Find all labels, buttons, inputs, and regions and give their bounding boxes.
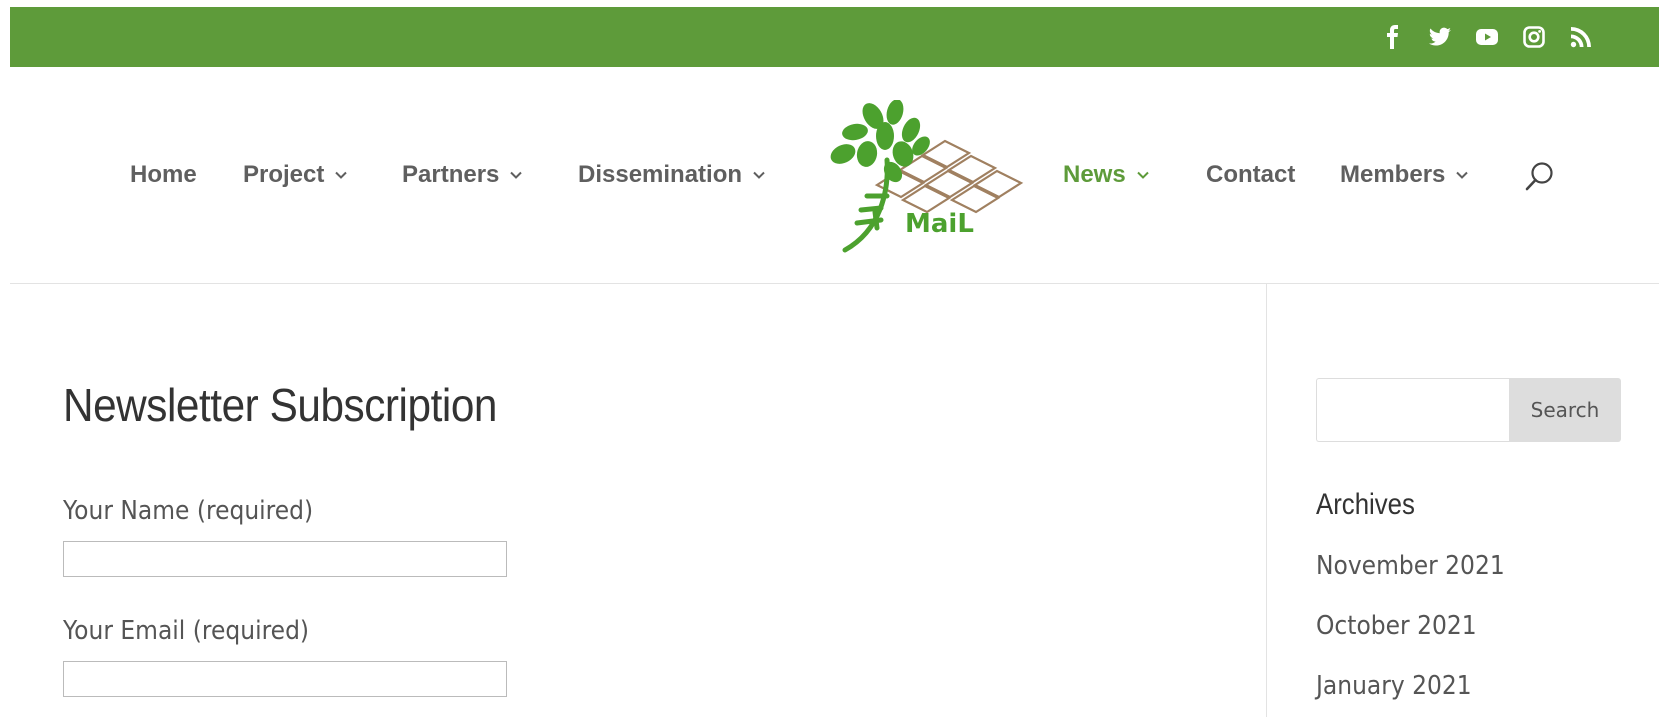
nav-item-partners[interactable]: Partners xyxy=(402,161,523,189)
email-field-label: Your Email (required) xyxy=(63,616,310,646)
page-title: Newsletter Subscription xyxy=(63,379,497,431)
twitter-icon[interactable] xyxy=(1427,24,1453,50)
archive-link[interactable]: November 2021 xyxy=(1316,551,1505,581)
logo-text: MaiL xyxy=(905,209,974,239)
chevron-down-icon xyxy=(1136,171,1149,179)
search-icon[interactable] xyxy=(1523,159,1557,193)
chevron-down-icon xyxy=(510,171,523,179)
logo-image: MaiL xyxy=(830,99,1024,253)
nav-item-members[interactable]: Members xyxy=(1340,161,1469,189)
sidebar-search-input[interactable] xyxy=(1316,378,1509,442)
nav-item-dissemination[interactable]: Dissemination xyxy=(578,161,766,189)
nav-item-label: Members xyxy=(1340,161,1446,188)
social-links xyxy=(1380,7,1594,67)
archive-link[interactable]: January 2021 xyxy=(1316,671,1472,701)
chevron-down-icon xyxy=(753,171,765,179)
top-bar xyxy=(10,7,1659,67)
nav-item-label: Dissemination xyxy=(578,161,743,188)
nav-item-label: Project xyxy=(243,161,325,188)
nav-item-label: Home xyxy=(130,161,197,188)
main-header: Home Project Partners Dissemination MaiL… xyxy=(10,67,1659,284)
sidebar-divider xyxy=(1266,284,1267,717)
sidebar-search-button[interactable]: Search xyxy=(1509,378,1621,442)
nav-item-contact[interactable]: Contact xyxy=(1206,161,1295,189)
youtube-icon[interactable] xyxy=(1474,24,1500,50)
instagram-icon[interactable] xyxy=(1521,24,1547,50)
chevron-down-icon xyxy=(335,171,348,179)
site-logo[interactable]: MaiL xyxy=(815,99,1027,258)
rss-icon[interactable] xyxy=(1568,24,1594,50)
archive-link[interactable]: October 2021 xyxy=(1316,611,1477,641)
nav-item-news[interactable]: News xyxy=(1063,161,1150,189)
nav-item-label: Partners xyxy=(402,161,500,188)
chevron-down-icon xyxy=(1456,171,1469,179)
facebook-icon[interactable] xyxy=(1380,24,1406,50)
nav-item-label: News xyxy=(1063,161,1126,188)
archives-title: Archives xyxy=(1316,488,1415,521)
email-field[interactable] xyxy=(63,661,507,697)
nav-item-project[interactable]: Project xyxy=(243,161,348,189)
nav-item-label: Contact xyxy=(1206,161,1296,188)
name-field-label: Your Name (required) xyxy=(63,496,314,526)
name-field[interactable] xyxy=(63,541,507,577)
nav-item-home[interactable]: Home xyxy=(130,161,197,189)
